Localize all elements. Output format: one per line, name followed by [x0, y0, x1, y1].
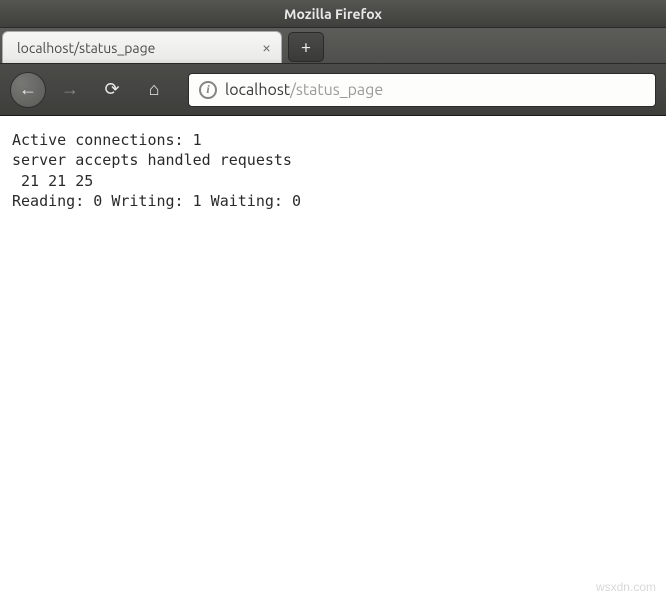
writing-value: 1 — [193, 192, 202, 210]
nav-toolbar: ← → ⟳ ⌂ i localhost/status_page — [0, 64, 666, 116]
tab-bar: localhost/status_page × + — [0, 28, 666, 64]
reload-button[interactable]: ⟳ — [94, 72, 130, 108]
active-connections-value: 1 — [193, 131, 202, 149]
tab-label: localhost/status_page — [17, 40, 250, 56]
reading-value: 0 — [93, 192, 102, 210]
url-text: localhost/status_page — [225, 81, 383, 99]
window-title: Mozilla Firefox — [284, 6, 382, 22]
info-icon[interactable]: i — [199, 81, 217, 99]
reload-icon: ⟳ — [104, 79, 119, 100]
back-button[interactable]: ← — [10, 72, 46, 108]
watermark: wsxdn.com — [596, 580, 656, 594]
tab-active[interactable]: localhost/status_page × — [2, 31, 282, 63]
arrow-right-icon: → — [61, 79, 79, 100]
active-connections-label: Active connections: — [12, 131, 193, 149]
server-stats-header: server accepts handled requests — [12, 151, 292, 169]
page-content: Active connections: 1 server accepts han… — [0, 116, 666, 600]
writing-label: Writing: — [102, 192, 192, 210]
forward-button[interactable]: → — [52, 72, 88, 108]
arrow-left-icon: ← — [19, 79, 37, 100]
home-icon: ⌂ — [149, 79, 160, 100]
window-titlebar: Mozilla Firefox — [0, 0, 666, 28]
reading-label: Reading: — [12, 192, 93, 210]
new-tab-button[interactable]: + — [288, 32, 324, 62]
home-button[interactable]: ⌂ — [136, 72, 172, 108]
url-bar[interactable]: i localhost/status_page — [188, 73, 656, 107]
waiting-value: 0 — [292, 192, 301, 210]
plus-icon: + — [301, 37, 311, 57]
url-path: /status_page — [290, 81, 383, 99]
server-stats-counts: 21 21 25 — [12, 172, 93, 190]
url-host: localhost — [225, 81, 290, 99]
close-icon[interactable]: × — [262, 40, 271, 56]
waiting-label: Waiting: — [202, 192, 292, 210]
